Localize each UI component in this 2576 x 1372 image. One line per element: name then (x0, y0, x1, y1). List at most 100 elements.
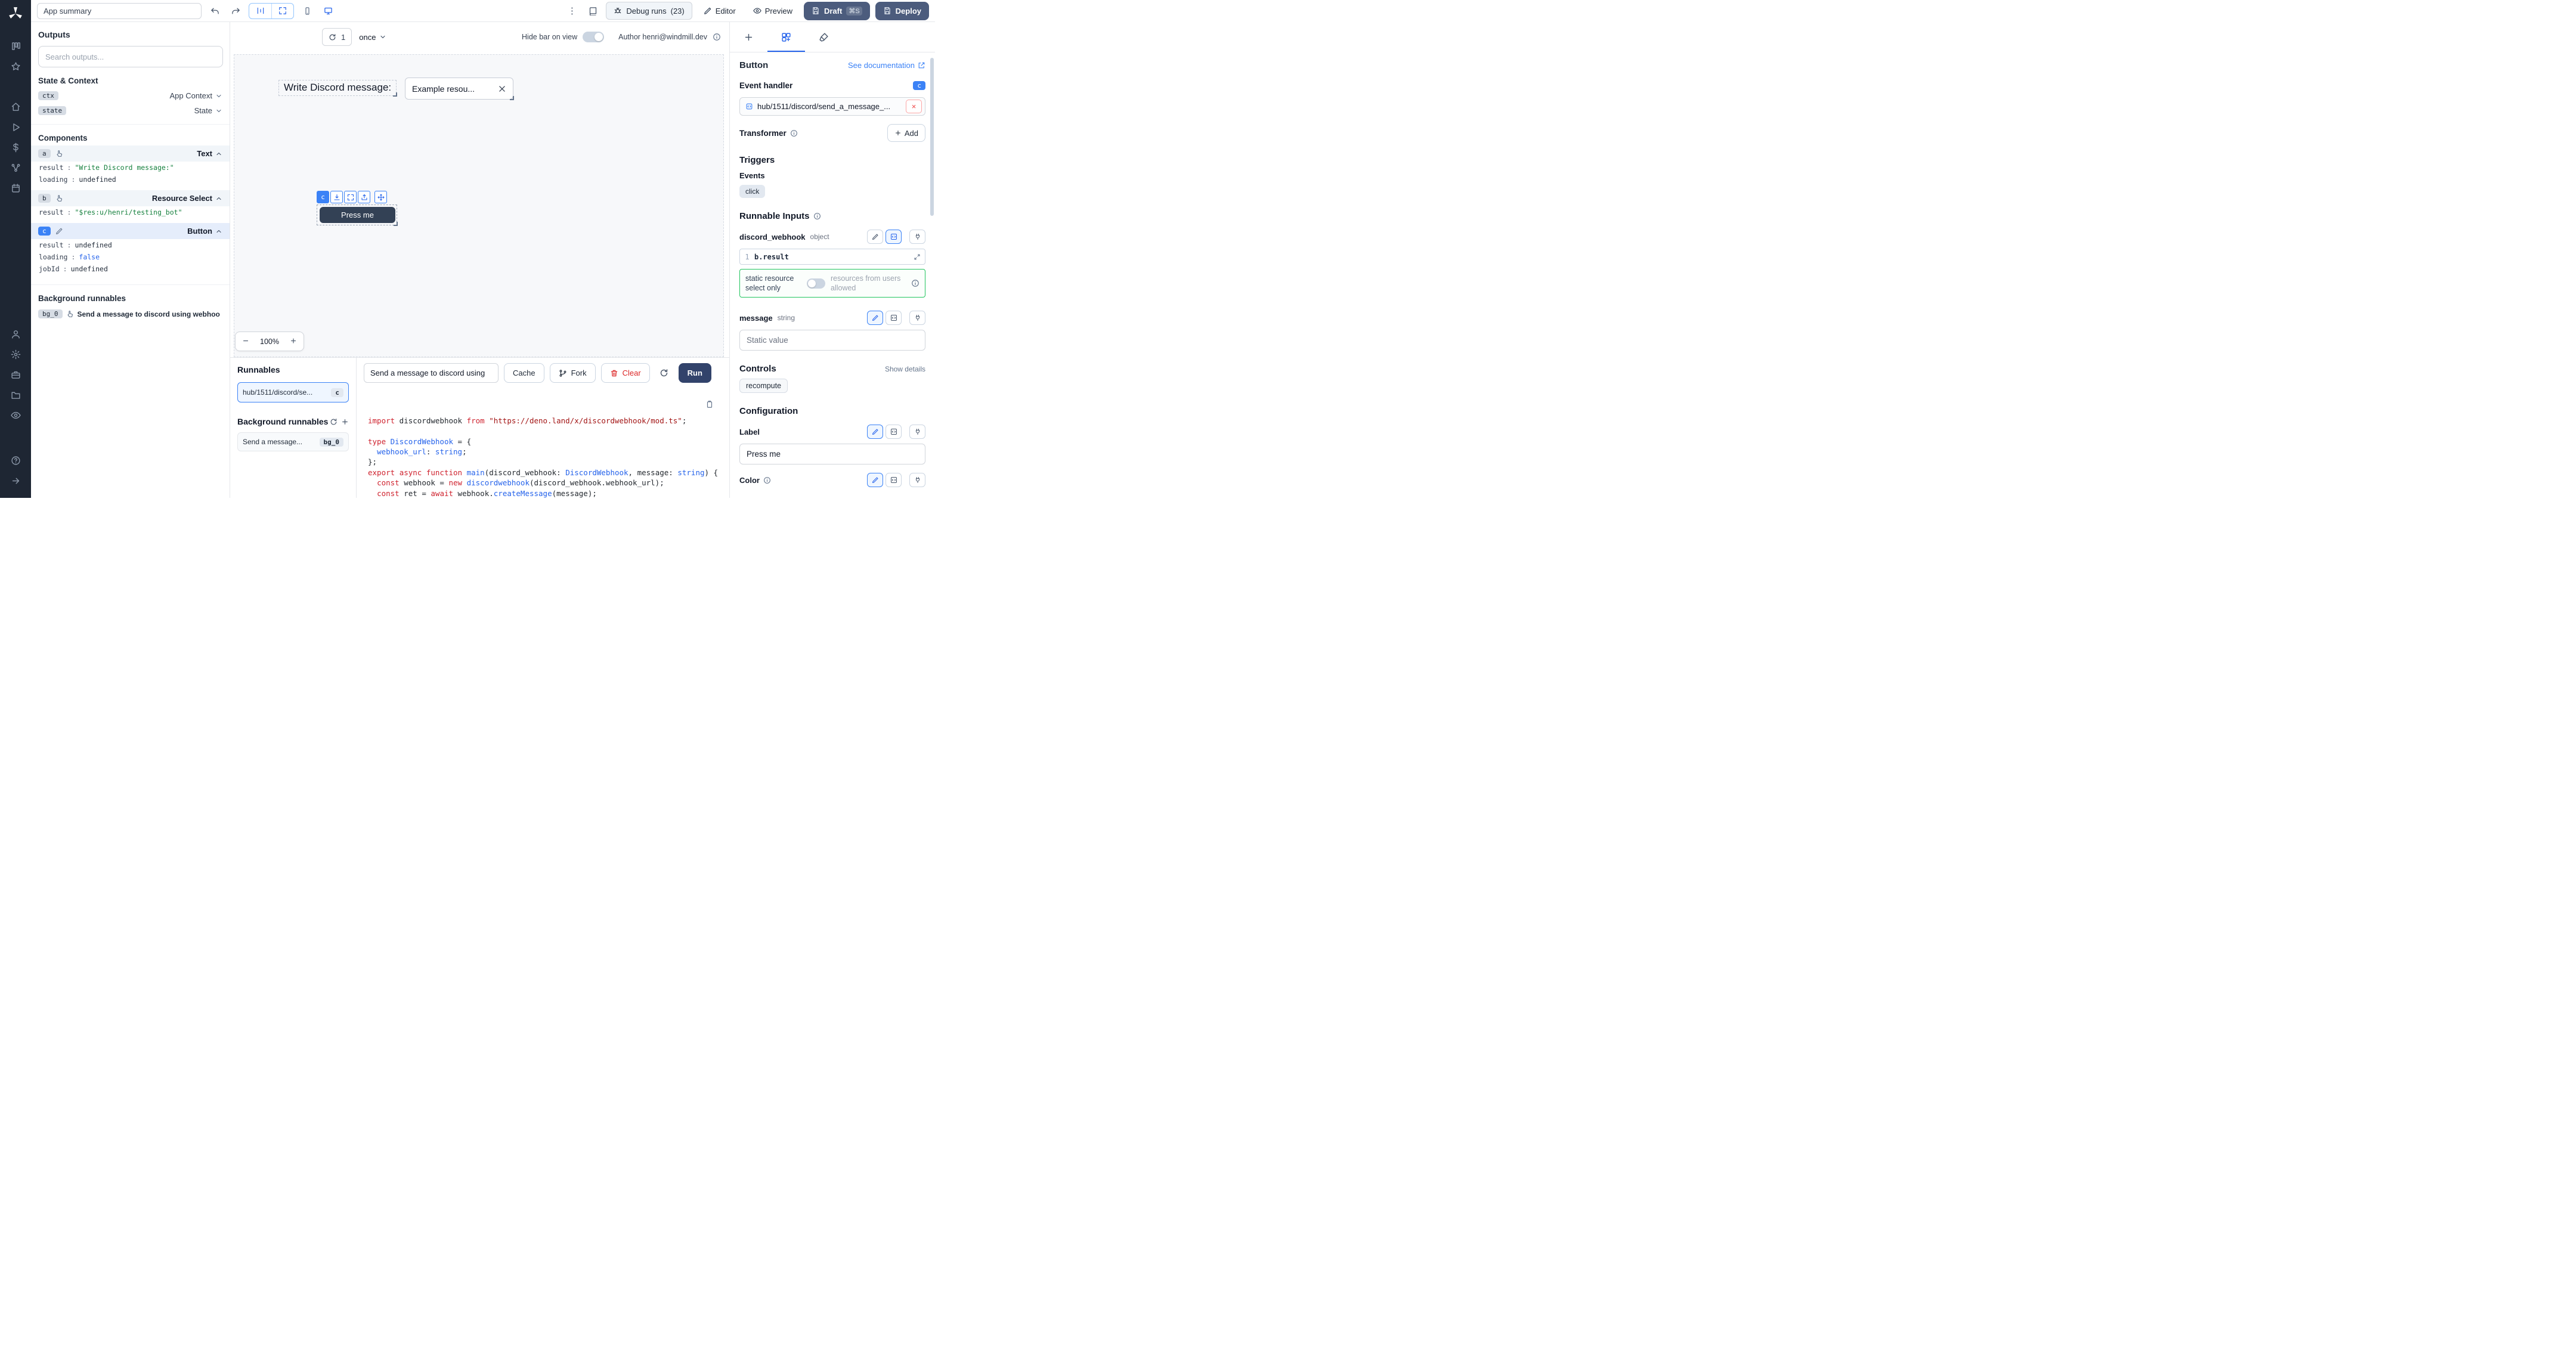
variables-dollar-icon[interactable] (5, 138, 26, 156)
resize-handle[interactable] (510, 96, 514, 100)
static-mode-pencil-icon[interactable] (867, 230, 883, 244)
preview-button[interactable]: Preview (747, 2, 798, 20)
connect-plug-icon[interactable] (909, 230, 925, 244)
move-up-icon[interactable] (358, 191, 370, 203)
zoom-in-button[interactable]: + (283, 332, 304, 351)
eval-mode-code-icon[interactable] (886, 473, 902, 487)
redo-icon[interactable] (228, 3, 243, 18)
mobile-view-icon[interactable] (299, 3, 315, 18)
connect-plug-icon[interactable] (909, 473, 925, 487)
runnable-path: hub/1511/discord/se... (243, 388, 312, 397)
apps-graph-icon[interactable] (5, 159, 26, 176)
info-icon[interactable] (911, 279, 919, 287)
info-icon[interactable] (813, 212, 821, 220)
info-icon[interactable] (763, 476, 771, 484)
paintbrush-icon (819, 32, 829, 42)
code-editor[interactable]: import discordwebhook from "https://deno… (357, 388, 729, 498)
label-config-input[interactable] (739, 444, 925, 464)
anchor-icon[interactable] (330, 191, 343, 203)
resize-handle[interactable] (393, 92, 397, 97)
background-runnable-row[interactable]: bg_0 Send a message to discord using web… (31, 306, 230, 322)
add-background-runnable-icon[interactable] (341, 418, 349, 426)
run-button[interactable]: Run (679, 363, 711, 383)
show-details-link[interactable]: Show details (885, 365, 925, 373)
background-runnable-item[interactable]: Send a message... bg_0 (237, 432, 349, 451)
clear-button[interactable]: Clear (601, 363, 650, 383)
info-icon[interactable] (790, 129, 798, 137)
script-title-input[interactable] (364, 363, 499, 383)
press-me-button[interactable]: Press me (320, 207, 395, 223)
tab-component-settings[interactable] (767, 22, 805, 52)
static-mode-pencil-icon[interactable] (867, 473, 883, 487)
fork-button[interactable]: Fork (550, 363, 596, 383)
component-b-header[interactable]: b Resource Select (31, 190, 230, 206)
expand-canvas-icon[interactable] (271, 4, 293, 18)
deploy-button[interactable]: Deploy (875, 2, 929, 20)
debug-runs-button[interactable]: Debug runs (23) (606, 2, 692, 20)
docs-book-icon[interactable] (585, 3, 600, 18)
app-summary-input[interactable] (37, 3, 202, 19)
home-icon[interactable] (5, 98, 26, 116)
collapse-arrow-icon[interactable] (5, 472, 26, 490)
search-outputs-input[interactable] (38, 46, 223, 67)
expand-editor-icon[interactable] (914, 253, 921, 261)
info-icon[interactable] (713, 33, 721, 41)
help-icon[interactable] (5, 451, 26, 469)
connect-plug-icon[interactable] (909, 311, 925, 325)
scrollbar-thumb[interactable] (930, 58, 934, 216)
workers-toolbox-icon[interactable] (5, 366, 26, 383)
eval-mode-code-icon[interactable] (886, 311, 902, 325)
audit-eye-icon[interactable] (5, 406, 26, 424)
copy-code-icon[interactable] (705, 400, 714, 408)
editor-button[interactable]: Editor (698, 2, 742, 20)
connect-plug-icon[interactable] (909, 425, 925, 439)
desktop-view-icon[interactable] (320, 3, 336, 18)
component-c-header[interactable]: c Button (31, 223, 230, 239)
eval-input-discord-webhook[interactable]: 1 b.result (739, 249, 925, 265)
event-click-chip[interactable]: click (739, 185, 765, 198)
see-documentation-link[interactable]: See documentation (848, 61, 925, 70)
eval-mode-code-icon[interactable] (886, 425, 902, 439)
runs-play-icon[interactable] (5, 118, 26, 136)
text-component[interactable]: Write Discord message: (278, 80, 397, 96)
tab-styling[interactable] (805, 22, 843, 52)
app-canvas[interactable]: Write Discord message: Example resou... … (234, 54, 724, 357)
resource-mode-toggle[interactable] (807, 278, 825, 289)
component-a-header[interactable]: a Text (31, 145, 230, 162)
undo-icon[interactable] (207, 3, 222, 18)
schedules-calendar-icon[interactable] (5, 179, 26, 197)
resource-select-component[interactable]: Example resou... (405, 78, 513, 100)
refresh-count-group[interactable]: 1 (322, 28, 352, 46)
eval-mode-code-icon[interactable] (886, 230, 902, 244)
resize-handle[interactable] (394, 222, 398, 226)
folders-icon[interactable] (5, 386, 26, 404)
runnable-item-selected[interactable]: hub/1511/discord/se... c (237, 382, 349, 402)
hide-bar-toggle[interactable] (583, 32, 604, 42)
detach-runnable-button[interactable]: × (906, 100, 922, 113)
zoom-out-button[interactable]: − (236, 332, 256, 351)
cache-button[interactable]: Cache (504, 363, 544, 383)
user-icon[interactable] (5, 325, 26, 343)
frequency-select[interactable]: once (359, 33, 386, 42)
static-mode-pencil-icon[interactable] (867, 311, 883, 325)
state-row[interactable]: state State (31, 103, 230, 118)
add-transformer-button[interactable]: Add (887, 124, 925, 142)
kanban-icon[interactable] (5, 37, 26, 55)
tab-insert-component[interactable] (730, 22, 767, 52)
attached-runnable[interactable]: hub/1511/discord/send_a_message_... × (739, 97, 925, 116)
static-mode-pencil-icon[interactable] (867, 425, 883, 439)
draft-button[interactable]: Draft ⌘S (804, 2, 870, 20)
message-static-input[interactable] (739, 330, 925, 351)
star-icon[interactable] (5, 57, 26, 75)
recompute-chip[interactable]: recompute (739, 379, 788, 393)
refresh-script-icon[interactable] (655, 364, 673, 382)
clear-x-icon[interactable] (498, 85, 506, 93)
expand-component-icon[interactable] (344, 191, 357, 203)
kebab-menu-icon[interactable]: ⋮ (564, 3, 580, 18)
zoom-level: 100% (256, 337, 283, 346)
settings-gear-icon[interactable] (5, 345, 26, 363)
ctx-row[interactable]: ctx App Context (31, 88, 230, 103)
windmill-logo-icon[interactable] (8, 6, 23, 21)
move-icon[interactable] (374, 191, 387, 203)
fit-width-icon[interactable] (249, 4, 271, 18)
